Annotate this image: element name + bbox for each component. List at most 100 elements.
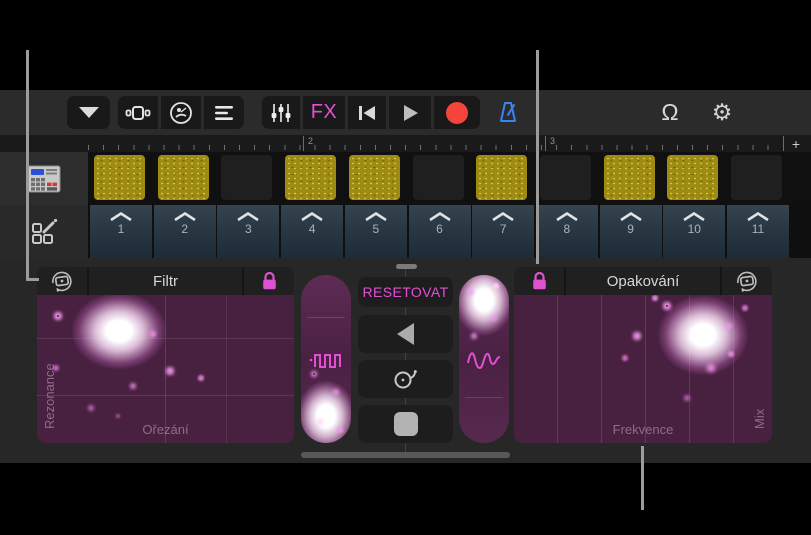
right-fx-swap-button[interactable]: [722, 267, 772, 295]
column-number: 3: [245, 222, 252, 236]
column-trigger[interactable]: 5: [344, 205, 407, 258]
loop-cell-filled[interactable]: [476, 155, 528, 200]
remix-fx-panel: Filtr Rezonance Ořezání RESETOVAT Opakov…: [0, 258, 811, 463]
record-button[interactable]: [434, 96, 480, 129]
chevron-up-icon: [237, 212, 260, 221]
stop-icon: [393, 412, 418, 436]
repeater-xy-pad[interactable]: Mix Frekvence: [514, 295, 772, 443]
chevron-up-icon: [556, 212, 578, 221]
loop-browser-icon: Ω: [661, 99, 679, 125]
gate-wave-icon: [309, 354, 341, 368]
x-axis-label: Ořezání: [142, 422, 189, 437]
wobble-slider[interactable]: [459, 275, 509, 443]
loop-cell-empty[interactable]: [221, 155, 273, 200]
rewind-icon: [359, 105, 375, 120]
column-trigger[interactable]: 4: [281, 205, 344, 258]
column-trigger[interactable]: 11: [727, 205, 789, 258]
column-number: 9: [627, 222, 634, 236]
lock-icon: [262, 271, 276, 290]
reset-button[interactable]: RESETOVAT: [358, 277, 453, 307]
metronome-icon: [500, 101, 516, 122]
column-trigger[interactable]: 9: [599, 205, 662, 258]
edit-cells-button[interactable]: [0, 205, 88, 258]
fx-button-label: FX: [310, 101, 338, 123]
ruler-ticks: [88, 145, 781, 150]
column-number: 11: [751, 222, 765, 236]
column-trigger[interactable]: 3: [217, 205, 280, 258]
column-trigger[interactable]: 8: [535, 205, 598, 258]
trigger-row: 1 2 3 4 5 6 7 8 9 10 11: [0, 205, 811, 258]
live-loops-view-button[interactable]: [118, 96, 158, 129]
chevron-up-icon: [683, 212, 706, 221]
timeline-ruler[interactable]: 2 3 +: [0, 135, 811, 152]
gater-slider[interactable]: [301, 275, 351, 443]
tracks-view-button[interactable]: [204, 96, 244, 129]
column-number: 8: [563, 222, 571, 236]
chevron-down-icon: [78, 107, 99, 118]
scratch-button[interactable]: [358, 360, 453, 398]
touch-glow: [459, 275, 509, 345]
gear-icon: ⚙: [711, 99, 733, 125]
settings-button[interactable]: ⚙: [702, 96, 742, 129]
play-icon: [404, 104, 418, 121]
grid-line: [307, 317, 345, 318]
loop-cell-filled[interactable]: [667, 155, 719, 200]
y-axis-label: Mix: [752, 408, 767, 429]
loop-cell-filled[interactable]: [157, 155, 209, 200]
remix-fx-button[interactable]: FX: [303, 96, 345, 129]
column-trigger[interactable]: 6: [408, 205, 471, 258]
filter-xy-pad[interactable]: Rezonance Ořezání: [37, 295, 294, 443]
loop-cell-filled[interactable]: [348, 155, 400, 200]
loop-cell-filled[interactable]: [285, 155, 337, 200]
track-header[interactable]: [0, 152, 88, 205]
rewind-button[interactable]: [348, 96, 386, 129]
bar-tick: [783, 136, 784, 151]
column-number: 5: [372, 222, 380, 236]
loop-cell-filled[interactable]: [603, 155, 655, 200]
loop-cell-empty[interactable]: [731, 155, 782, 200]
column-trigger[interactable]: 7: [472, 205, 535, 258]
stop-button[interactable]: [358, 405, 453, 443]
drum-machine-icon: [27, 165, 61, 192]
grid-line: [226, 295, 227, 443]
touch-glow: [642, 295, 764, 389]
record-icon: [446, 101, 468, 124]
column-number: 2: [181, 222, 189, 236]
callout-line-left: [26, 50, 29, 281]
hide-controls-button[interactable]: [67, 96, 110, 129]
wobble-wave-icon: [467, 352, 501, 370]
column-trigger[interactable]: 2: [153, 205, 216, 258]
reverse-icon: [397, 323, 414, 345]
right-fx-header: Opakování: [514, 267, 772, 295]
control-bar: FX Ω ⚙: [0, 90, 811, 135]
left-fx-swap-button[interactable]: [37, 267, 87, 295]
right-fx-title: Opakování: [566, 267, 720, 295]
fx-panel-scroll-indicator[interactable]: [301, 452, 510, 458]
add-bars-button[interactable]: +: [785, 135, 807, 152]
play-button[interactable]: [389, 96, 431, 129]
chevron-up-icon: [428, 212, 451, 221]
column-trigger[interactable]: 1: [90, 205, 152, 258]
column-trigger[interactable]: 10: [663, 205, 726, 258]
track-icons-button[interactable]: [161, 96, 201, 129]
vinyl-record-icon: [394, 370, 417, 389]
loop-cells-row: [0, 152, 811, 205]
metronome-button[interactable]: [485, 96, 531, 129]
bar-tick: [303, 136, 304, 151]
right-fx-lock-button[interactable]: [514, 267, 564, 295]
left-fx-lock-button[interactable]: [244, 267, 294, 295]
loop-cell-filled[interactable]: [94, 155, 145, 200]
column-number: 4: [308, 222, 316, 236]
reset-button-label: RESETOVAT: [362, 284, 449, 300]
left-fx-title: Filtr: [89, 267, 242, 295]
track-controls-button[interactable]: [262, 96, 300, 129]
loop-cell-empty[interactable]: [412, 155, 464, 200]
column-number: 10: [687, 222, 701, 236]
loop-browser-button[interactable]: Ω: [650, 96, 690, 129]
live-loops-grid-icon: [125, 105, 151, 120]
left-fx-title-label: Filtr: [153, 272, 178, 290]
grid-pencil-icon: [32, 218, 58, 244]
callout-line-bottom: [641, 446, 644, 510]
loop-cell-empty[interactable]: [539, 155, 591, 200]
reverse-button[interactable]: [358, 315, 453, 353]
